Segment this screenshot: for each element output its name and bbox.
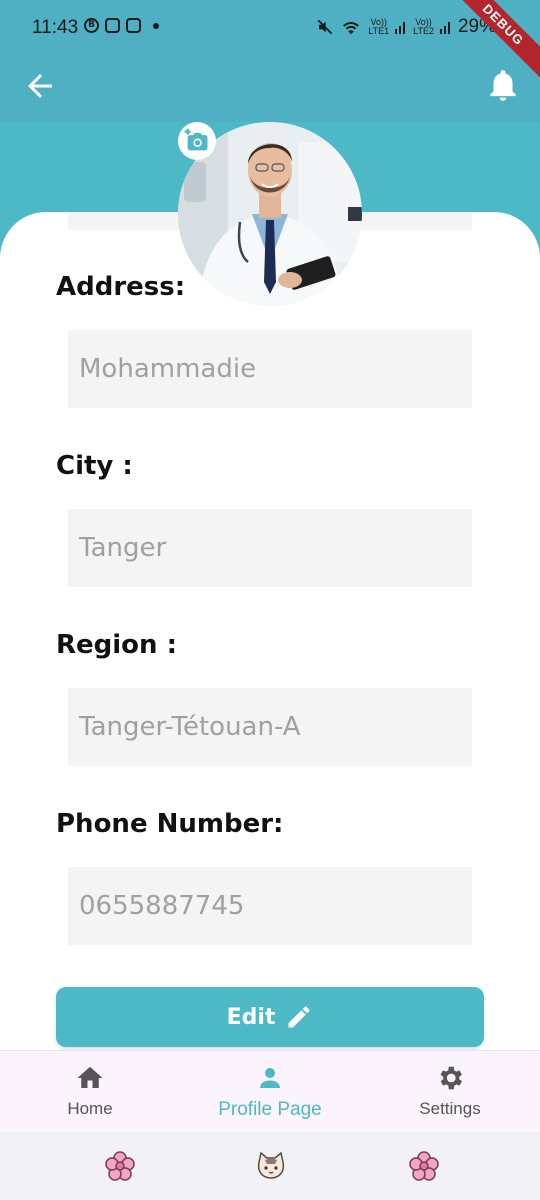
nav-profile[interactable]: Profile Page bbox=[190, 1063, 350, 1121]
status-right: Vo)) LTE1 Vo)) LTE2 29% bbox=[316, 16, 496, 38]
nav-home-label: Home bbox=[67, 1099, 113, 1118]
flower-icon[interactable] bbox=[104, 1150, 136, 1182]
address-field[interactable] bbox=[68, 330, 472, 408]
nav-settings[interactable]: Settings bbox=[370, 1063, 530, 1119]
cat-icon[interactable] bbox=[255, 1150, 287, 1182]
pencil-icon bbox=[288, 1006, 310, 1028]
nav-profile-label: Profile Page bbox=[218, 1099, 322, 1120]
status-bar: 11:43 B Vo)) LTE1 Vo)) LTE2 29% bbox=[0, 0, 540, 58]
city-field[interactable] bbox=[68, 509, 472, 587]
edit-button-label: Edit bbox=[226, 1004, 276, 1030]
edit-button[interactable]: Edit bbox=[56, 987, 484, 1047]
more-notifications-dot-icon bbox=[153, 22, 159, 29]
bottom-navigation: Home Profile Page Settings bbox=[0, 1050, 540, 1132]
region-input[interactable] bbox=[79, 712, 472, 742]
wifi-icon bbox=[343, 22, 360, 35]
profile-form-card: Address: City : Region : Phone Number: E… bbox=[0, 212, 540, 1052]
signal-bars-1-icon bbox=[395, 22, 406, 34]
mute-icon bbox=[317, 19, 333, 35]
flower-icon[interactable] bbox=[408, 1150, 440, 1182]
signal-bars-2-icon bbox=[439, 22, 450, 34]
address-label: Address: bbox=[56, 272, 186, 302]
gear-icon bbox=[440, 1066, 462, 1090]
city-label: City : bbox=[56, 451, 133, 481]
add-camera-icon bbox=[184, 128, 208, 151]
person-icon bbox=[260, 1068, 280, 1088]
b-notification-icon: B bbox=[84, 18, 99, 33]
signal-label-1: Vo)) LTE1 bbox=[368, 17, 390, 36]
system-navigation-bar bbox=[0, 1132, 540, 1200]
home-icon bbox=[77, 1066, 103, 1088]
back-button[interactable] bbox=[22, 68, 58, 104]
notification-icons: B bbox=[84, 18, 159, 33]
app-bar bbox=[0, 58, 540, 124]
nav-home[interactable]: Home bbox=[10, 1063, 170, 1119]
region-field[interactable] bbox=[68, 688, 472, 766]
phone-label: Phone Number: bbox=[56, 809, 284, 839]
image-notification-icon bbox=[105, 18, 120, 33]
change-photo-button[interactable] bbox=[178, 122, 216, 160]
notifications-button[interactable] bbox=[484, 66, 522, 104]
status-time: 11:43 bbox=[32, 17, 79, 38]
phone-field[interactable] bbox=[68, 867, 472, 945]
region-label: Region : bbox=[56, 630, 177, 660]
phone-input[interactable] bbox=[79, 891, 472, 921]
device-notification-icon bbox=[126, 18, 141, 33]
nav-settings-label: Settings bbox=[419, 1099, 481, 1118]
signal-label-2: Vo)) LTE2 bbox=[413, 17, 434, 36]
bell-icon bbox=[490, 69, 516, 101]
address-input[interactable] bbox=[79, 354, 472, 384]
arrow-back-icon bbox=[28, 74, 52, 98]
city-input[interactable] bbox=[79, 533, 472, 563]
